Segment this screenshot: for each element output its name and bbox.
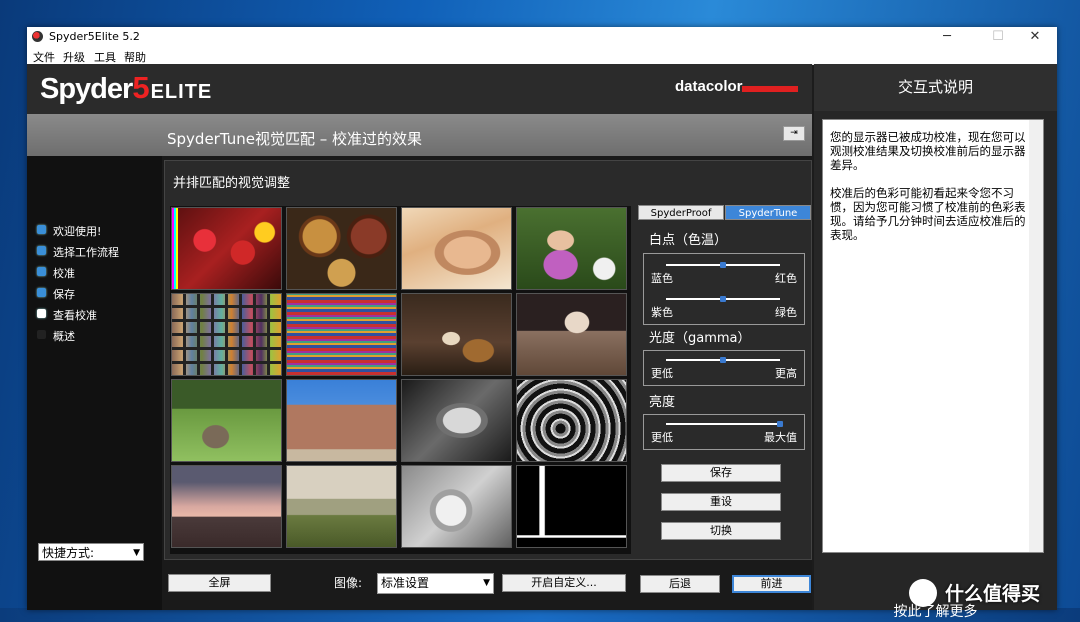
photo-fabrics [286,293,397,376]
app-icon [32,31,43,42]
label-blue: 蓝色 [651,272,673,285]
label-brightness-low: 更低 [651,431,673,444]
purple-green-slider[interactable] [666,296,780,302]
menu-bar: 文件 升级 工具 帮助 [27,47,1057,65]
menu-upgrade[interactable]: 升级 [63,49,85,65]
menu-file[interactable]: 文件 [33,49,55,65]
page-title: SpyderTune视觉匹配 – 校准过的效果 [167,130,423,148]
window-title: Spyder5Elite 5.2 [49,30,140,43]
label-red: 红色 [775,272,797,285]
step-done-icon [37,288,46,297]
app-window: Spyder5Elite 5.2 ─ ☐ ✕ 文件 升级 工具 帮助 Spyde… [27,27,1057,620]
brightness-title: 亮度 [649,395,676,410]
panel-title: 并排匹配的视觉调整 [173,176,291,191]
datacolor-logo: datacolor [675,78,743,95]
photo-test-pattern [516,465,627,548]
photo-portrait-woman [401,207,512,290]
chevron-down-icon: ▼ [483,578,490,588]
reset-button[interactable]: 重设 [661,493,781,511]
app-header: Spyder5 ELITE datacolor [27,64,812,114]
datacolor-bar [742,86,798,92]
gamma-slider[interactable] [666,357,780,363]
fullscreen-button[interactable]: 全屏 [168,574,271,592]
tab-spyderproof[interactable]: SpyderProof [638,205,724,220]
white-point-title: 白点（色温） [649,233,728,248]
photo-bw-portrait [401,379,512,462]
watermark-text: 什么值得买 [945,583,1041,605]
photo-peppers [171,207,282,290]
bottom-bar: 全屏 图像: 标准设置 ▼ 开启自定义... 后退 前进 [162,562,812,610]
help-paragraph-1: 您的显示器已被成功校准，现在您可以观测校准结果及切换校准前后的显示器差异。 [830,130,1026,172]
tune-controls: SpyderProof SpyderTune 白点（色温） 蓝色 红色 紫色 绿… [635,203,811,559]
brightness-slider[interactable] [666,421,783,427]
white-point-box: 蓝色 红色 紫色 绿色 [643,253,805,325]
photo-bw-scooter [401,465,512,548]
minimize-button[interactable]: ─ [925,27,969,47]
step-pending-icon [37,330,46,339]
watermark-logo [909,579,937,607]
help-header: 交互式说明 [814,64,1057,111]
slider-thumb[interactable] [720,296,726,302]
photo-spiral-stair [516,379,627,462]
help-panel: 交互式说明 您的显示器已被成功校准，现在您可以观测校准结果及切换校准前后的显示器… [814,64,1057,620]
image-select[interactable]: 标准设置 ▼ [377,573,494,594]
photo-adobe-church [286,379,397,462]
back-button[interactable]: 后退 [640,575,720,593]
gamma-title: 光度（gamma） [649,331,751,346]
label-gamma-high: 更高 [775,367,797,380]
page-title-strip: SpyderTune视觉匹配 – 校准过的效果 ⇥ [27,114,812,156]
label-purple: 紫色 [651,306,673,319]
step-done-icon [37,225,46,234]
brightness-box: 更低 最大值 [643,414,805,450]
shortcut-dropdown[interactable]: 快捷方式: ▼ [38,543,144,561]
photo-statue-street [516,293,627,376]
save-button[interactable]: 保存 [661,464,781,482]
chevron-down-icon: ▼ [133,548,140,558]
blue-red-slider[interactable] [666,262,780,268]
photo-sunset [171,465,282,548]
gamma-box: 更低 更高 [643,350,805,386]
image-grid[interactable] [170,206,631,554]
slider-thumb[interactable] [720,262,726,268]
photo-color-checker [171,293,282,376]
label-brightness-max: 最大值 [764,431,797,444]
help-scrollbar[interactable] [1029,120,1043,552]
image-label: 图像: [334,576,363,590]
photo-girl-flowers [516,207,627,290]
sidebar: 欢迎使用! 选择工作流程 校准 保存 查看校准 概述 快捷方式: ▼ [27,156,162,610]
toggle-button[interactable]: 切换 [661,522,781,540]
expand-button[interactable]: ⇥ [783,126,805,141]
next-button[interactable]: 前进 [732,575,811,593]
photo-plates [286,207,397,290]
photo-cellist [401,293,512,376]
comparison-panel: 并排匹配的视觉调整 SpyderProof SpyderTune 白点（色温） … [164,160,812,560]
help-paragraph-2: 校准后的色彩可能初看起来令您不习惯，因为您可能习惯了校准前的色彩表现。请给予几分… [830,186,1026,242]
label-gamma-low: 更低 [651,367,673,380]
menu-help[interactable]: 帮助 [124,49,146,65]
photo-tuscany [286,465,397,548]
step-done-icon [37,267,46,276]
step-done-icon [37,246,46,255]
title-bar: Spyder5Elite 5.2 ─ ☐ ✕ [27,27,1057,47]
main-content: 并排匹配的视觉调整 SpyderProof SpyderTune 白点（色温） … [162,156,812,610]
menu-tools[interactable]: 工具 [94,49,116,65]
label-green: 绿色 [775,306,797,319]
custom-button[interactable]: 开启自定义... [502,574,626,592]
tab-bar: SpyderProof SpyderTune [638,205,811,221]
help-text-box: 您的显示器已被成功校准，现在您可以观测校准结果及切换校准前后的显示器差异。 校准… [822,119,1044,553]
spyder-logo: Spyder5 ELITE [40,70,213,105]
close-button[interactable]: ✕ [1013,27,1057,47]
photo-garden-urn [171,379,282,462]
tab-spydertune[interactable]: SpyderTune [725,205,811,220]
step-current-icon [37,309,46,318]
slider-thumb[interactable] [777,421,783,427]
slider-thumb[interactable] [720,357,726,363]
